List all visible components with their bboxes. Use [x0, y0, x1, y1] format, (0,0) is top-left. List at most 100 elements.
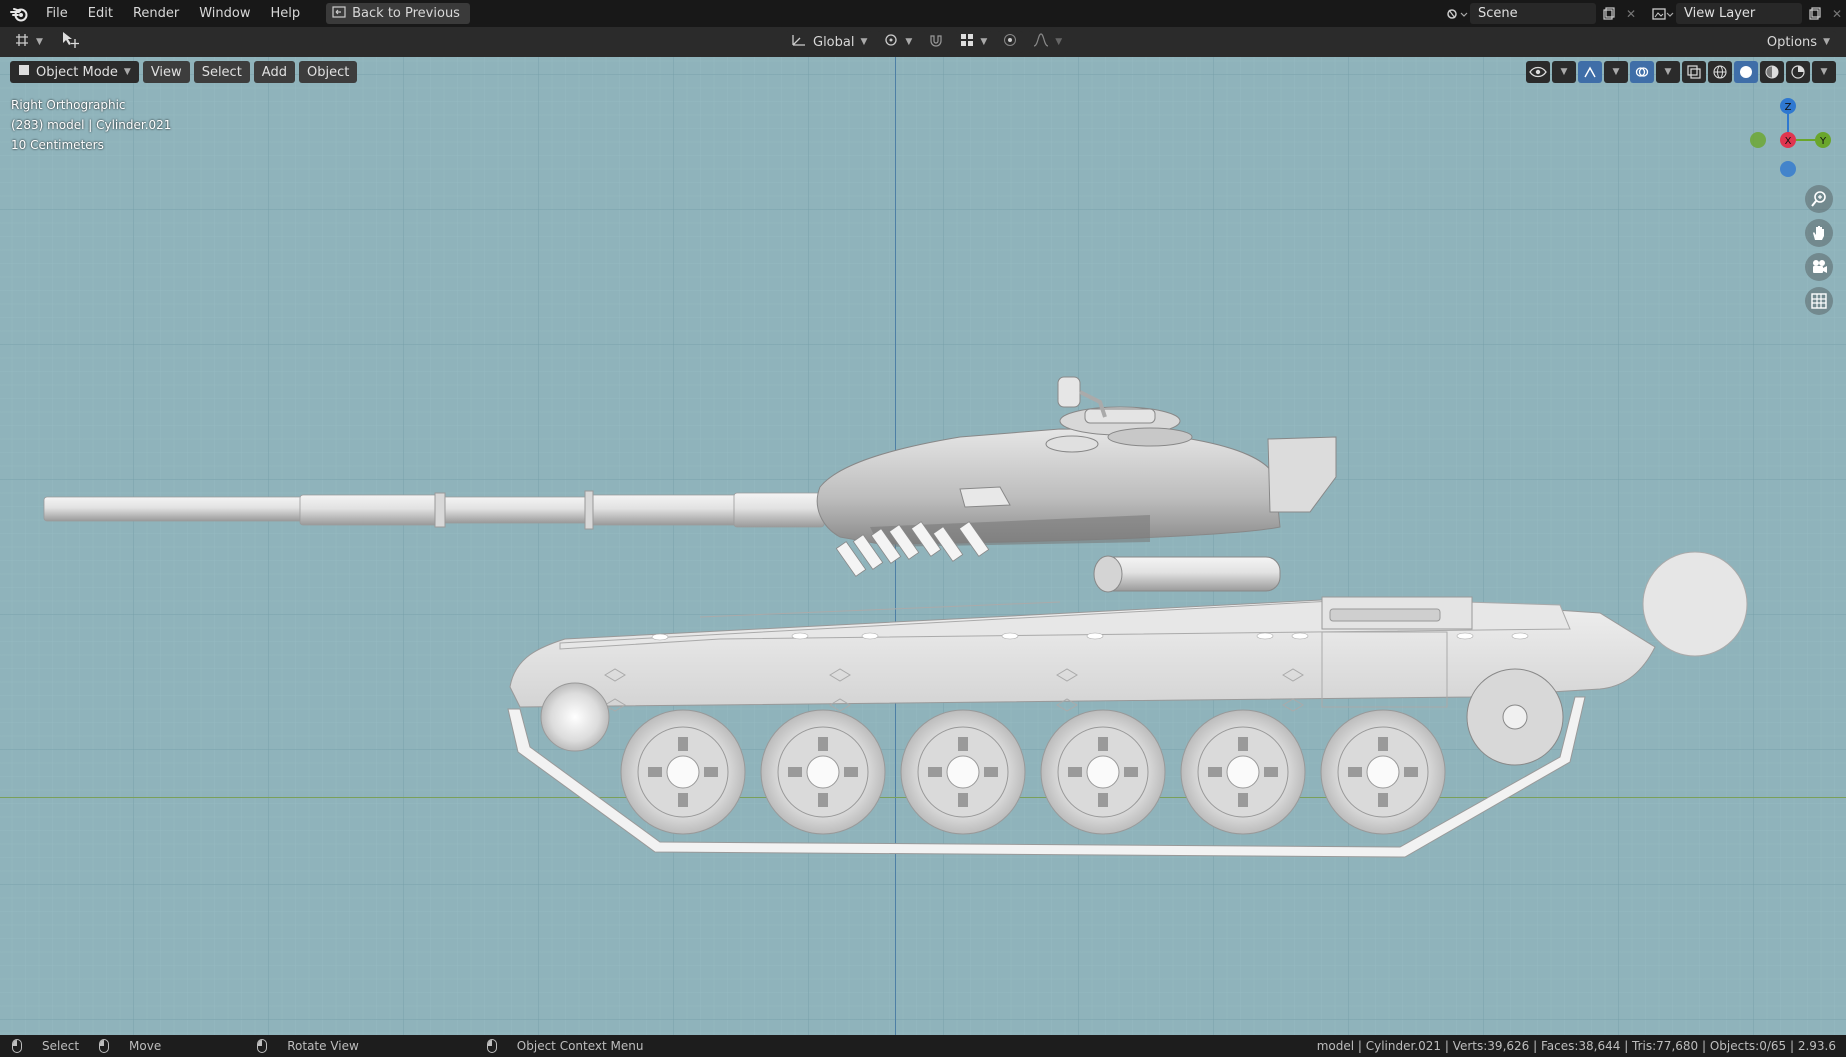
mouse-right-icon [486, 1039, 497, 1053]
status-select-label: Select [42, 1039, 80, 1053]
3d-viewport[interactable]: Object Mode ▼ View Select Add Object ▼ ▼… [0, 57, 1846, 1035]
workspace-selectors: Scene ✕ View Layer ✕ [1444, 0, 1846, 27]
blender-logo-icon[interactable] [8, 3, 30, 25]
object-mode-dropdown[interactable]: Object Mode ▼ [10, 61, 139, 83]
options-label: Options [1766, 34, 1818, 50]
snap-target-dropdown[interactable]: ▼ [954, 31, 994, 53]
tank-model[interactable] [0, 57, 1846, 1035]
menu-help[interactable]: Help [261, 0, 311, 27]
gizmo-x-label: X [1785, 136, 1792, 147]
pivot-point-dropdown[interactable]: ▼ [877, 31, 919, 53]
object-menu[interactable]: Object [298, 61, 358, 83]
gizmo-y-axis[interactable]: Y [1815, 132, 1831, 148]
proportional-edit-icon [1003, 33, 1017, 51]
chevron-down-icon: ▼ [860, 37, 868, 47]
status-context-hint: Object Context Menu [486, 1039, 644, 1053]
chevron-down-icon: ▼ [123, 67, 131, 77]
snap-toggle[interactable] [922, 31, 951, 53]
grid-snap-icon [960, 33, 974, 51]
navigation-gizmo[interactable]: Z Y X [1745, 97, 1845, 197]
viewport-info-overlay: Right Orthographic (283) model | Cylinde… [11, 95, 171, 155]
falloff-curve-icon [1033, 33, 1049, 51]
gizmo-z-axis[interactable]: Z [1780, 98, 1796, 114]
chevron-down-icon: ▼ [1664, 67, 1672, 77]
menu-render[interactable]: Render [123, 0, 189, 27]
status-select-hint: Select [12, 1039, 79, 1053]
object-mode-icon [18, 64, 30, 80]
transform-tool-button[interactable] [54, 31, 87, 53]
mouse-middle-icon [257, 1039, 268, 1053]
solid-shading-icon[interactable] [1734, 61, 1758, 83]
magnet-icon [928, 33, 944, 51]
select-menu[interactable]: Select [193, 61, 250, 83]
menu-file[interactable]: File [36, 0, 78, 27]
scene-statistics: model | Cylinder.021 | Verts:39,626 | Fa… [1316, 1039, 1836, 1053]
navigation-buttons [1805, 185, 1833, 315]
view-layer-icon[interactable] [1650, 3, 1676, 24]
view-menu[interactable]: View [142, 61, 190, 83]
status-rotate-hint: Rotate View [257, 1039, 359, 1053]
chevron-down-icon: ▼ [1612, 67, 1620, 77]
status-context-label: Object Context Menu [516, 1039, 644, 1053]
back-icon [332, 5, 346, 22]
orientation-icon [791, 33, 807, 51]
mouse-drag-icon [99, 1039, 110, 1053]
scene-name-field[interactable]: Scene [1470, 3, 1596, 24]
overlays-toggle-icon[interactable] [1630, 61, 1654, 83]
visibility-dropdown[interactable]: ▼ [1552, 61, 1576, 83]
options-dropdown[interactable]: Options ▼ [1760, 31, 1836, 53]
orthographic-grid-icon[interactable] [1805, 287, 1833, 315]
gizmo-y-label: Y [1819, 136, 1827, 147]
close-view-layer-icon[interactable]: ✕ [1828, 3, 1846, 24]
chevron-down-icon: ▼ [1820, 67, 1828, 77]
menu-edit[interactable]: Edit [78, 0, 123, 27]
new-view-layer-icon[interactable] [1802, 3, 1828, 24]
wireframe-shading-icon[interactable] [1708, 61, 1732, 83]
close-scene-icon[interactable]: ✕ [1622, 3, 1640, 24]
view-layer-field[interactable]: View Layer [1676, 3, 1802, 24]
menu-window[interactable]: Window [189, 0, 260, 27]
object-info-text: (283) model | Cylinder.021 [11, 118, 172, 132]
gizmo-toggle-icon[interactable] [1578, 61, 1602, 83]
camera-view-icon[interactable] [1805, 253, 1833, 281]
chevron-down-icon: ▼ [1560, 67, 1568, 77]
viewport-header: Object Mode ▼ View Select Add Object [10, 61, 358, 83]
zoom-icon[interactable] [1805, 185, 1833, 213]
transform-orientation-dropdown[interactable]: Global ▼ [785, 31, 874, 53]
chevron-down-icon: ▼ [905, 37, 913, 47]
material-shading-icon[interactable] [1760, 61, 1784, 83]
top-menu-bar: File Edit Render Window Help Back to Pre… [0, 0, 1846, 27]
gizmo-dropdown[interactable]: ▼ [1604, 61, 1628, 83]
gizmo-z-label: Z [1785, 102, 1792, 113]
falloff-dropdown[interactable]: ▼ [1027, 31, 1069, 53]
status-rotate-label: Rotate View [287, 1039, 359, 1053]
proportional-edit-toggle[interactable] [997, 31, 1024, 53]
grid-scale-text: 10 Centimeters [11, 138, 104, 152]
gizmo-x-axis[interactable]: X [1780, 132, 1796, 148]
rendered-shading-icon[interactable] [1786, 61, 1810, 83]
mouse-left-icon [12, 1039, 22, 1053]
pan-hand-icon[interactable] [1805, 219, 1833, 247]
pivot-icon [883, 33, 899, 51]
chevron-down-icon: ▼ [36, 37, 43, 47]
status-bar: Select Move Rotate View Object Context M… [0, 1035, 1846, 1057]
tool-header: ▼ Global ▼ ▼ ▼ ▼ Options ▼ [0, 27, 1846, 58]
scene-type-icon[interactable] [1444, 3, 1470, 24]
overlays-dropdown[interactable]: ▼ [1656, 61, 1680, 83]
viewport-shading-controls: ▼ ▼ ▼ ▼ [1526, 61, 1836, 83]
status-move-hint: Move [99, 1039, 161, 1053]
view-name-text: Right Orthographic [11, 98, 126, 112]
chevron-down-icon: ▼ [1823, 37, 1830, 47]
new-scene-icon[interactable] [1596, 3, 1622, 24]
back-to-previous-button[interactable]: Back to Previous [326, 3, 470, 24]
chevron-down-icon: ▼ [1055, 37, 1063, 47]
chevron-down-icon: ▼ [980, 37, 988, 47]
editor-type-icon [14, 33, 30, 51]
add-menu[interactable]: Add [253, 61, 295, 83]
shading-dropdown[interactable]: ▼ [1812, 61, 1836, 83]
object-mode-label: Object Mode [36, 64, 118, 80]
xray-toggle-icon[interactable] [1682, 61, 1706, 83]
back-to-previous-label: Back to Previous [352, 6, 460, 21]
editor-type-button[interactable]: ▼ [8, 31, 49, 53]
visibility-eye-icon[interactable] [1526, 61, 1550, 83]
